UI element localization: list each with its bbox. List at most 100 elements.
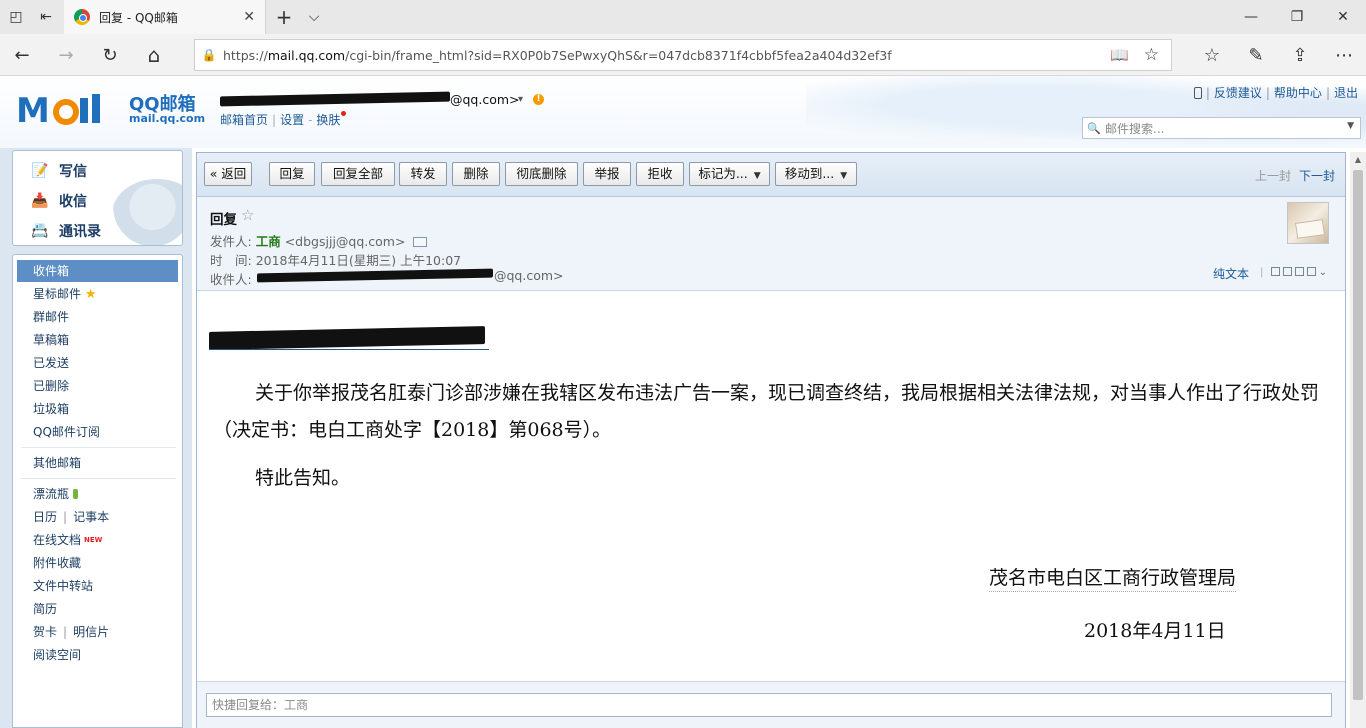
more-icon[interactable]: ⋯ (1322, 38, 1366, 72)
quick-reply-input[interactable]: 快捷回复给：工商 (206, 693, 1332, 717)
folder-deleted[interactable]: 已删除 (17, 375, 178, 397)
bottle-icon (73, 489, 79, 499)
reject-button[interactable]: 拒收 (636, 162, 684, 186)
app-drift-bottle[interactable]: 漂流瓶 (17, 483, 178, 505)
calendar-link[interactable]: 日历 (33, 510, 57, 524)
share-icon[interactable]: ⇪ (1278, 38, 1322, 72)
next-mail-link[interactable]: 下一封 (1299, 169, 1335, 183)
body-paragraph-1: 关于你举报茂名肛泰门诊部涉嫌在我辖区发布违法广告一案，现已调查终结，我局根据相关… (213, 382, 1320, 441)
account-email[interactable]: @qq.com> (450, 92, 520, 107)
web-note-pen-icon[interactable]: ✎ (1234, 38, 1278, 72)
qqmail-logo[interactable]: M (16, 90, 124, 130)
favorites-hub-icon[interactable]: ☆ (1190, 38, 1234, 72)
reply-button[interactable]: 回复 (269, 162, 315, 186)
time-row: 时 间: 2018年4月11日(星期三) 上午10:07 (210, 253, 462, 268)
folder-spam[interactable]: 垃圾箱 (17, 398, 178, 420)
restore-icon[interactable]: ❐ (1274, 0, 1320, 34)
star-toggle-icon[interactable]: ☆ (241, 206, 254, 224)
prev-mail-link[interactable]: 上一封 (1255, 169, 1291, 183)
signature-date: 2018年4月11日 (1084, 620, 1226, 642)
top-links: | 反馈建议 | 帮助中心 | 退出 (1193, 84, 1358, 101)
greeting-redaction (209, 326, 485, 350)
tab-list-icon[interactable]: ⌵ (298, 0, 330, 34)
folder-inbox[interactable]: 收件箱 (17, 260, 178, 282)
folder-starred[interactable]: 星标邮件 ★ (17, 283, 178, 305)
tab-title: 回复 - QQ邮箱 (99, 10, 178, 25)
folder-other-mailboxes[interactable]: 其他邮箱 (17, 452, 178, 474)
skin-link[interactable]: 换肤 (316, 113, 340, 127)
minimize-icon[interactable]: — (1228, 0, 1274, 34)
new-tab-icon[interactable]: + (268, 0, 300, 34)
new-window-icon[interactable] (1270, 267, 1280, 276)
set-tabs-aside-icon[interactable]: ⇤ (30, 0, 62, 34)
app-file-transfer[interactable]: 文件中转站 (17, 575, 178, 597)
folder-subscription[interactable]: QQ邮件订阅 (17, 421, 178, 443)
app-resume[interactable]: 简历 (17, 598, 178, 620)
folder-group[interactable]: 群邮件 (17, 306, 178, 328)
recipient-redaction (257, 268, 493, 283)
folder-drafts[interactable]: 草稿箱 (17, 329, 178, 351)
window-close-icon[interactable]: ✕ (1320, 0, 1366, 34)
more-options-icon[interactable]: ⌄ (1319, 267, 1329, 278)
account-warning-icon[interactable]: ! (533, 94, 544, 105)
mail-search-input[interactable]: 🔍 邮件搜索... ▼ (1082, 117, 1361, 139)
quick-actions-panel: 📝 写信 📥 收信 📇 通讯录 (12, 150, 183, 246)
save-icon[interactable] (1294, 267, 1304, 276)
sender-email[interactable]: <dbgsjjj@qq.com> (285, 234, 406, 249)
contacts-button[interactable]: 📇 通讯录 (31, 221, 101, 241)
app-online-docs[interactable]: 在线文档 NEW (17, 529, 178, 551)
help-link[interactable]: 帮助中心 (1274, 86, 1322, 100)
search-options-dropdown-icon[interactable]: ▼ (1347, 121, 1354, 131)
sender-name[interactable]: 工商 (256, 234, 281, 249)
recipient-email[interactable]: @qq.com> (494, 268, 564, 283)
reading-view-icon[interactable]: 📖 (1110, 46, 1129, 64)
address-bar[interactable]: 🔒 https://mail.qq.com/cgi-bin/frame_html… (194, 39, 1172, 71)
mail-meta: 回复 ☆ 发件人: 工商 <dbgsjjj@qq.com> 时 间: 2018年… (197, 197, 1345, 291)
tab-close-icon[interactable]: ✕ (243, 9, 255, 25)
mail-body: 关于你举报茂名肛泰门诊部涉嫌在我辖区发布违法广告一案，现已调查终结，我局根据相关… (197, 291, 1345, 681)
home-icon[interactable]: ⌂ (134, 38, 174, 72)
delete-button[interactable]: 删除 (452, 162, 500, 186)
forward-button[interactable]: 转发 (399, 162, 447, 186)
forward-icon[interactable]: → (46, 38, 86, 72)
browser-tab-strip: ◰ ⇤ 回复 - QQ邮箱 ✕ + ⌵ — ❐ ✕ (0, 0, 1366, 34)
favorite-star-icon[interactable]: ☆ (1144, 45, 1159, 65)
lock-icon: 🔒 (201, 48, 217, 62)
report-button[interactable]: 举报 (583, 162, 631, 186)
move-to-dropdown[interactable]: 移动到... ▼ (775, 162, 857, 186)
scroll-thumb[interactable] (1353, 170, 1363, 700)
settings-link[interactable]: 设置 (280, 113, 304, 127)
folder-sent[interactable]: 已发送 (17, 352, 178, 374)
scroll-up-icon[interactable]: ▲ (1350, 152, 1366, 168)
postcard-link[interactable]: 明信片 (73, 625, 109, 639)
back-icon[interactable]: ← (2, 38, 42, 72)
account-dropdown-icon[interactable]: ▾ (518, 94, 523, 105)
mobile-phone-icon[interactable] (1193, 87, 1202, 99)
mailbox-home-link[interactable]: 邮箱首页 (220, 113, 268, 127)
compose-button[interactable]: 📝 写信 (31, 161, 87, 181)
new-badge: NEW (84, 536, 103, 544)
greeting-card-link[interactable]: 贺卡 (33, 625, 57, 639)
mark-as-dropdown[interactable]: 标记为... ▼ (689, 162, 770, 186)
back-button[interactable]: « 返回 (204, 162, 252, 186)
notes-link[interactable]: 记事本 (73, 510, 109, 524)
logout-link[interactable]: 退出 (1334, 86, 1358, 100)
browser-nav-bar: ← → ↻ ⌂ 🔒 https://mail.qq.com/cgi-bin/fr… (0, 34, 1366, 76)
url-text[interactable]: https://mail.qq.com/cgi-bin/frame_html?s… (223, 48, 892, 63)
plain-text-link[interactable]: 纯文本 (1213, 265, 1249, 282)
sender-avatar[interactable] (1287, 202, 1329, 244)
print-icon[interactable] (1282, 267, 1292, 276)
tab-overview-icon[interactable]: ◰ (0, 0, 32, 34)
page-scrollbar[interactable]: ▲ (1350, 152, 1366, 728)
contact-card-icon[interactable] (413, 237, 428, 247)
delete-permanent-button[interactable]: 彻底删除 (505, 162, 578, 186)
app-attachments[interactable]: 附件收藏 (17, 552, 178, 574)
check-mail-button[interactable]: 📥 收信 (31, 191, 87, 211)
feedback-link[interactable]: 反馈建议 (1214, 86, 1262, 100)
browser-tab[interactable]: 回复 - QQ邮箱 ✕ (64, 0, 266, 34)
refresh-icon[interactable]: ↻ (90, 38, 130, 72)
contacts-icon: 📇 (31, 223, 49, 239)
export-icon[interactable] (1306, 267, 1316, 276)
app-reading-space[interactable]: 阅读空间 (17, 644, 178, 666)
reply-all-button[interactable]: 回复全部 (321, 162, 395, 186)
